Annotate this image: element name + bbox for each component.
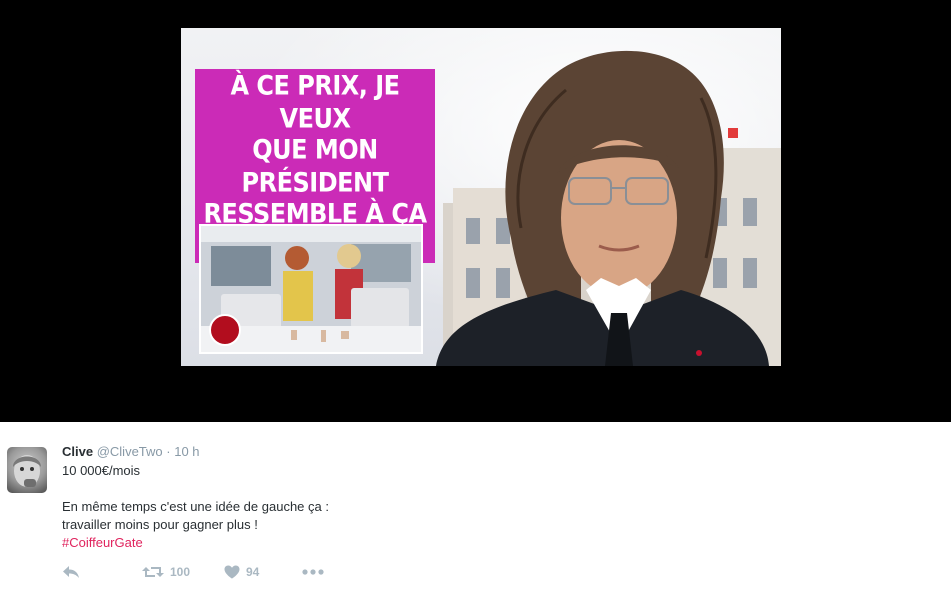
- more-icon: [302, 569, 324, 575]
- tweet-header: Clive @CliveTwo · 10 h: [62, 444, 200, 459]
- show-logo: [209, 314, 241, 346]
- reply-button[interactable]: [62, 562, 80, 582]
- retweet-button[interactable]: 100: [142, 562, 190, 582]
- timestamp[interactable]: 10 h: [174, 444, 199, 459]
- display-name[interactable]: Clive: [62, 444, 93, 459]
- tweet-text-line-1: 10 000€/mois: [62, 463, 141, 478]
- caption-line-2: QUE MON PRÉSIDENT: [195, 133, 435, 199]
- tweet-image[interactable]: À CE PRIX, JE VEUX QUE MON PRÉSIDENT RES…: [181, 28, 781, 366]
- newsroom-inset-photo: [199, 224, 423, 354]
- more-button[interactable]: [302, 562, 324, 582]
- avatar[interactable]: [7, 447, 47, 493]
- like-count: 94: [246, 565, 260, 579]
- retweet-count: 100: [170, 565, 191, 579]
- user-handle[interactable]: @CliveTwo: [97, 444, 163, 459]
- media-frame: À CE PRIX, JE VEUX QUE MON PRÉSIDENT RES…: [0, 0, 951, 422]
- avatar-image: [13, 455, 41, 487]
- tweet: Clive @CliveTwo · 10 h 10 000€/mois En m…: [0, 422, 951, 597]
- reply-icon: [63, 566, 79, 578]
- heart-icon: [224, 565, 240, 579]
- tweet-text-line-3: travailler moins pour gagner plus !: [62, 517, 258, 532]
- like-button[interactable]: 94: [224, 562, 259, 582]
- tweet-text-line-2: En même temps c'est une idée de gauche ç…: [62, 499, 329, 514]
- hashtag-link[interactable]: #CoiffeurGate: [62, 535, 143, 550]
- caption-line-1: À CE PRIX, JE VEUX: [195, 69, 435, 135]
- retweet-icon: [142, 567, 164, 577]
- separator-dot: ·: [166, 444, 171, 459]
